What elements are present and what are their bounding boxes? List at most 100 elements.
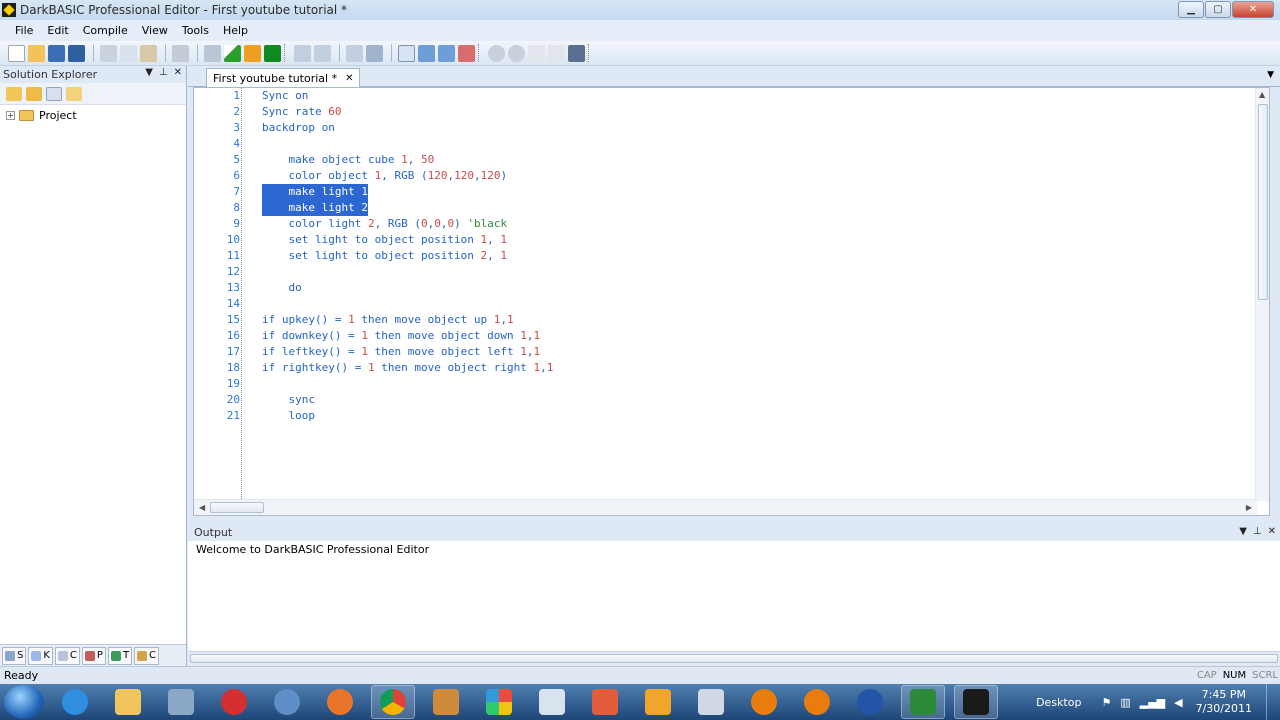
clock[interactable]: 7:45 PM 7/30/2011 <box>1196 688 1252 716</box>
code-view-tab[interactable]: C <box>54 646 80 665</box>
find-icon[interactable] <box>568 44 585 62</box>
code-text[interactable]: if rightkey() = 1 then move object right… <box>262 360 553 376</box>
properties-icon[interactable] <box>66 86 82 101</box>
build-icon[interactable] <box>244 44 261 62</box>
blender-icon[interactable] <box>742 685 786 719</box>
prev-bookmark-icon[interactable] <box>438 44 455 62</box>
code-text[interactable]: set light to object position 2, 1 <box>262 248 507 264</box>
code-line[interactable]: 13 do <box>194 280 1257 296</box>
refresh-icon[interactable] <box>548 44 565 62</box>
copy-icon[interactable] <box>120 44 137 62</box>
code-text[interactable]: if leftkey() = 1 then move object left 1… <box>262 344 540 360</box>
tab-close-icon[interactable]: ✕ <box>345 73 353 84</box>
menu-compile[interactable]: Compile <box>76 24 135 37</box>
cut-icon[interactable] <box>100 44 117 62</box>
code-text[interactable]: loop <box>262 408 315 424</box>
add-folder-icon[interactable] <box>26 86 42 101</box>
horizontal-scrollbar[interactable]: ◀ ▶ <box>194 499 1257 515</box>
code-text[interactable]: do <box>262 280 301 296</box>
pin-icon[interactable]: ⊥ <box>159 67 168 78</box>
firefox-icon[interactable] <box>318 685 362 719</box>
code-line[interactable]: 12 <box>194 264 1257 280</box>
code-line[interactable]: 11 set light to object position 2, 1 <box>194 248 1257 264</box>
code-line[interactable]: 16 if downkey() = 1 then move object down… <box>194 328 1257 344</box>
menu-tools[interactable]: Tools <box>175 24 216 37</box>
page-icon[interactable] <box>528 44 545 62</box>
code-line[interactable]: 10 set light to object position 1, 1 <box>194 232 1257 248</box>
code-text[interactable]: make light 1 <box>262 184 368 200</box>
minimize-button[interactable]: ▁ <box>1178 1 1204 18</box>
code-text[interactable]: if upkey() = 1 then move object up 1,1 <box>262 312 514 328</box>
properties-tab[interactable]: P <box>81 646 106 665</box>
new-file-icon[interactable] <box>8 44 25 62</box>
chrome-icon[interactable] <box>371 685 415 719</box>
outdent-icon[interactable] <box>314 44 331 62</box>
code-text[interactable]: make light 2 <box>262 200 368 216</box>
horizontal-scroll-thumb[interactable] <box>210 502 264 513</box>
tab-first-youtube-tutorial[interactable]: First youtube tutorial * ✕ <box>206 68 361 87</box>
code-line[interactable]: 1 Sync on <box>194 88 1257 104</box>
internet-explorer-icon[interactable] <box>53 685 97 719</box>
code-line[interactable]: 7 make light 1 <box>194 184 1257 200</box>
code-editor[interactable]: 1 Sync on 2 Sync rate 60 3 backdrop on 4 5 make… <box>193 87 1270 516</box>
expand-icon[interactable]: + <box>6 111 15 120</box>
close-icon[interactable]: ✕ <box>174 67 182 78</box>
code-text[interactable]: color object 1, RGB (120,120,120) <box>262 168 507 184</box>
toolbar-grip[interactable] <box>284 44 288 62</box>
blender-icon-2[interactable] <box>795 685 839 719</box>
clear-bookmarks-icon[interactable] <box>458 44 475 62</box>
settings-app-icon[interactable] <box>159 685 203 719</box>
forward-icon[interactable] <box>508 44 525 62</box>
audio-app-icon[interactable] <box>848 685 892 719</box>
office-icon[interactable] <box>477 685 521 719</box>
save-icon[interactable] <box>48 44 65 62</box>
print-icon[interactable] <box>172 44 189 62</box>
start-button[interactable] <box>4 685 44 719</box>
back-icon[interactable] <box>488 44 505 62</box>
game-icon[interactable] <box>424 685 468 719</box>
code-text[interactable]: if downkey() = 1 then move object down 1… <box>262 328 540 344</box>
tree-item-project[interactable]: + Project <box>0 105 186 126</box>
flag-icon[interactable]: ⚑ <box>1101 696 1111 709</box>
new-item-icon[interactable] <box>6 86 22 101</box>
file-explorer-icon[interactable] <box>106 685 150 719</box>
code-line[interactable]: 18 if rightkey() = 1 then move object rig… <box>194 360 1257 376</box>
tab-list-icon[interactable]: ▼ <box>1267 70 1274 80</box>
next-bookmark-icon[interactable] <box>418 44 435 62</box>
scroll-right-icon[interactable]: ▶ <box>1246 503 1252 512</box>
code-line[interactable]: 19 <box>194 376 1257 392</box>
output-scrollbar[interactable] <box>188 651 1280 665</box>
compile-icon[interactable] <box>204 44 221 62</box>
media-player-icon[interactable] <box>636 685 680 719</box>
network-icon[interactable]: ▥ <box>1120 696 1130 709</box>
code-line[interactable]: 6 color object 1, RGB (120,120,120) <box>194 168 1257 184</box>
tasks-tab[interactable]: T <box>107 646 133 665</box>
maximize-button[interactable]: ▢ <box>1205 1 1231 18</box>
menu-view[interactable]: View <box>135 24 175 37</box>
code-line[interactable]: 8 make light 2 <box>194 200 1257 216</box>
solution-tab[interactable]: S <box>2 646 27 665</box>
paint-icon[interactable] <box>530 685 574 719</box>
keywords-tab[interactable]: K <box>28 646 53 665</box>
signal-icon[interactable]: ▂▄▆ <box>1140 696 1165 709</box>
recorder-icon[interactable] <box>901 685 945 719</box>
desktop-toolbar-label[interactable]: Desktop <box>1036 696 1081 709</box>
compile-run-icon[interactable] <box>264 44 281 62</box>
blue-globe-icon[interactable] <box>265 685 309 719</box>
games-folder-icon[interactable] <box>583 685 627 719</box>
code-line[interactable]: 3 backdrop on <box>194 120 1257 136</box>
panel-menu-icon[interactable]: ▼ <box>145 67 153 78</box>
red-app-icon[interactable] <box>212 685 256 719</box>
close-icon[interactable]: ✕ <box>1268 526 1276 537</box>
open-folder-icon[interactable] <box>28 44 45 62</box>
code-text[interactable]: make object cube 1, 50 <box>262 152 434 168</box>
close-button[interactable]: ✕ <box>1232 1 1274 18</box>
volume-icon[interactable]: ◀ <box>1174 696 1182 709</box>
scroll-left-icon[interactable]: ◀ <box>199 503 205 512</box>
menu-help[interactable]: Help <box>216 24 255 37</box>
vertical-scrollbar[interactable]: ▲ <box>1255 88 1269 501</box>
toolbar-grip[interactable] <box>478 44 482 62</box>
vertical-scroll-thumb[interactable] <box>1258 104 1268 300</box>
align-icon[interactable] <box>346 44 363 62</box>
panel-menu-icon[interactable]: ▼ <box>1239 526 1247 537</box>
